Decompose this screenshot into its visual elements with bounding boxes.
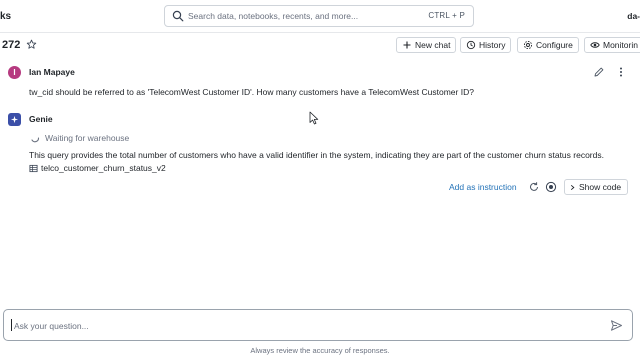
user-message: I Ian Mapaye tw_cid should be referred t… [8,66,632,102]
text-caret [11,319,12,331]
show-code-button[interactable]: Show code [564,179,629,195]
more-options-icon[interactable] [615,66,627,78]
refresh-icon[interactable] [528,181,540,193]
genie-avatar [8,113,21,126]
table-reference[interactable]: telco_customer_churn_status_v2 [29,163,166,173]
configure-label: Configure [536,40,573,50]
chevron-right-icon [570,184,575,190]
show-code-label: Show code [579,182,622,192]
plus-icon [403,41,411,49]
mouse-cursor-icon [309,111,319,125]
search-shortcut: CTRL + P [428,11,465,20]
add-as-instruction-link[interactable]: Add as instruction [449,182,517,192]
edit-icon[interactable] [593,66,605,78]
user-message-text: tw_cid should be referred to as 'Telecom… [29,87,474,97]
question-composer[interactable]: Ask your question... [3,309,633,341]
loading-spinner-icon [31,137,40,143]
search-placeholder: Search data, notebooks, recents, and mor… [188,11,359,21]
genie-description: This query provides the total number of … [29,150,604,160]
history-icon [466,40,476,50]
configure-button[interactable]: Configure [517,37,579,53]
user-menu[interactable]: da- [627,11,640,21]
space-header: 272 New chat History Configure Monitorin [0,36,640,56]
global-search[interactable]: Search data, notebooks, recents, and mor… [164,5,474,27]
send-icon[interactable] [610,319,623,332]
genie-status: Waiting for warehouse [45,133,130,143]
monitoring-label: Monitorin [603,40,638,50]
eye-icon [590,42,600,48]
new-chat-label: New chat [415,40,451,50]
monitoring-button[interactable]: Monitorin [584,37,640,53]
question-input[interactable]: Ask your question... [14,321,89,331]
sparkle-icon [10,115,19,124]
genie-message-author: Genie [29,114,53,124]
history-label: History [479,40,506,50]
table-name: telco_customer_churn_status_v2 [41,163,166,173]
search-icon [172,10,184,22]
history-button[interactable]: History [460,37,512,53]
user-avatar: I [8,66,21,79]
accuracy-disclaimer: Always review the accuracy of responses. [250,346,390,355]
top-bar: ks Search data, notebooks, recents, and … [0,0,640,33]
space-title: 272 [2,39,21,51]
new-chat-button[interactable]: New chat [396,37,457,53]
table-icon [29,164,38,172]
brand-name[interactable]: ks [0,11,11,22]
star-icon[interactable] [26,39,37,50]
gear-icon [523,40,533,50]
stop-icon[interactable] [545,181,557,193]
user-message-author: Ian Mapaye [29,67,75,77]
